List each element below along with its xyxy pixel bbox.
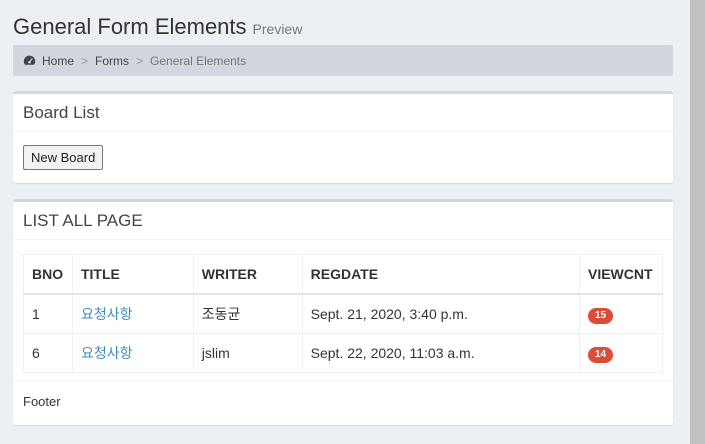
cell-writer: 조동균 (192, 293, 303, 334)
breadcrumb-separator: > (81, 53, 89, 68)
board-list-box: Board List New Board (13, 91, 673, 183)
table-row: 6 요청사항 jslim Sept. 22, 2020, 11:03 a.m. … (23, 333, 664, 373)
table-header-row: BNO TITLE WRITER REGDATE VIEWCNT (23, 254, 664, 295)
cell-viewcnt: 15 (578, 293, 664, 334)
board-list-title: Board List (13, 94, 673, 132)
page-subtitle: Preview (252, 21, 303, 37)
viewcnt-badge: 15 (587, 307, 614, 324)
column-header-title: TITLE (71, 254, 194, 295)
breadcrumb: Home > Forms > General Elements (13, 45, 673, 76)
cell-bno: 6 (23, 333, 73, 373)
column-header-writer: WRITER (192, 254, 303, 295)
table-row: 1 요청사항 조동균 Sept. 21, 2020, 3:40 p.m. 15 (23, 293, 664, 334)
post-title-link[interactable]: 요청사항 (81, 306, 133, 322)
page-title-text: General Form Elements (13, 14, 247, 39)
breadcrumb-home-link[interactable]: Home (42, 54, 74, 68)
list-all-title: LIST ALL PAGE (13, 202, 673, 240)
new-board-button[interactable]: New Board (23, 145, 104, 170)
breadcrumb-forms-link[interactable]: Forms (95, 54, 129, 68)
breadcrumb-separator: > (136, 53, 144, 68)
dashboard-icon (23, 55, 36, 65)
column-header-regdate: REGDATE (301, 254, 580, 295)
board-table: BNO TITLE WRITER REGDATE VIEWCNT 1 요청사항 … (23, 254, 664, 373)
post-title-link[interactable]: 요청사항 (81, 345, 133, 361)
list-all-box: LIST ALL PAGE BNO TITLE WRITER REGDATE V… (13, 199, 673, 425)
cell-regdate: Sept. 22, 2020, 11:03 a.m. (301, 333, 580, 373)
column-header-bno: BNO (23, 254, 73, 295)
main-content: General Form Elements Preview Home > Form… (13, 0, 673, 425)
cell-bno: 1 (23, 293, 73, 334)
viewcnt-badge: 14 (587, 346, 614, 363)
cell-writer: jslim (192, 333, 303, 373)
box-footer: Footer (13, 380, 673, 422)
breadcrumb-current: General Elements (150, 53, 247, 68)
column-header-viewcnt: VIEWCNT (578, 254, 664, 295)
vertical-scrollbar[interactable] (690, 0, 705, 444)
cell-title: 요청사항 (71, 333, 194, 373)
cell-title: 요청사항 (71, 293, 194, 334)
page-header: General Form Elements Preview (13, 0, 673, 45)
cell-regdate: Sept. 21, 2020, 3:40 p.m. (301, 293, 580, 334)
page-title: General Form Elements Preview (13, 14, 302, 40)
cell-viewcnt: 14 (578, 333, 664, 373)
